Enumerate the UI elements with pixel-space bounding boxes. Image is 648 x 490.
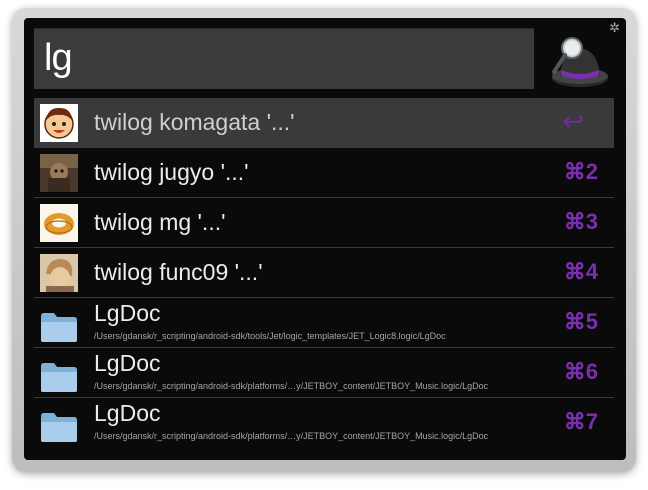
result-title: twilog jugyo '...' xyxy=(94,159,249,185)
result-row[interactable]: twilog jugyo '...' ⌘2 xyxy=(34,148,614,198)
result-path: /Users/gdansk/r_scripting/android-sdk/pl… xyxy=(94,431,489,441)
folder-icon xyxy=(41,313,77,342)
result-title: twilog mg '...' xyxy=(94,209,226,235)
shortcut-label: ⌘3 xyxy=(563,209,598,234)
result-title: twilog func09 '...' xyxy=(94,259,263,285)
search-field[interactable]: lg xyxy=(34,28,534,89)
results-list: twilog komagata '...' ↩ twilog jugyo '..… xyxy=(34,98,614,447)
shortcut-label: ⌘4 xyxy=(563,259,598,284)
result-row[interactable]: twilog komagata '...' ↩ xyxy=(34,98,614,148)
search-query[interactable]: lg xyxy=(44,37,73,80)
folder-icon xyxy=(41,363,77,392)
result-title: LgDoc xyxy=(94,400,161,426)
alfred-hat-icon xyxy=(552,37,608,87)
shortcut-label: ⌘7 xyxy=(563,409,598,434)
result-path: /Users/gdansk/r_scripting/android-sdk/pl… xyxy=(94,381,489,391)
result-path: /Users/gdansk/r_scripting/android-sdk/to… xyxy=(94,331,446,341)
avatar-komagata-icon xyxy=(40,104,78,142)
result-row[interactable]: twilog func09 '...' ⌘4 xyxy=(34,248,614,298)
launcher-window: lg ✲ twilog komagata '...' ↩ twilog jugy… xyxy=(24,18,626,460)
result-title: LgDoc xyxy=(94,350,161,376)
result-row[interactable]: LgDoc /Users/gdansk/r_scripting/android-… xyxy=(34,398,614,447)
folder-icon xyxy=(41,413,77,442)
shortcut-label: ⌘6 xyxy=(563,359,598,384)
avatar-jugyo-icon xyxy=(40,154,78,192)
result-title: twilog komagata '...' xyxy=(94,109,295,135)
avatar-func09-icon xyxy=(40,254,78,292)
avatar-mg-icon xyxy=(40,204,78,242)
shortcut-label: ⌘2 xyxy=(563,159,598,184)
shortcut-label: ⌘5 xyxy=(563,309,598,334)
result-row[interactable]: LgDoc /Users/gdansk/r_scripting/android-… xyxy=(34,348,614,398)
result-row[interactable]: twilog mg '...' ⌘3 xyxy=(34,198,614,248)
return-key-icon: ↩ xyxy=(562,106,584,136)
result-title: LgDoc xyxy=(94,300,161,326)
result-row[interactable]: LgDoc /Users/gdansk/r_scripting/android-… xyxy=(34,298,614,348)
